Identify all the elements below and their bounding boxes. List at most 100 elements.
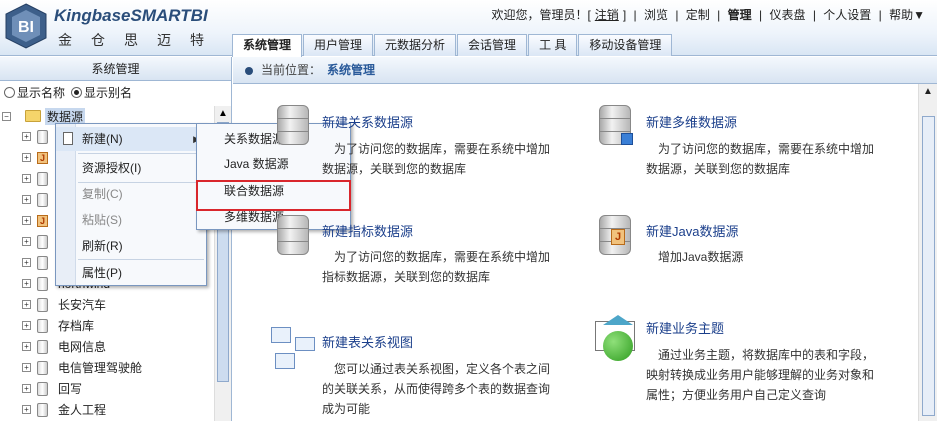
display-mode-radios: 显示名称 显示别名 — [0, 81, 231, 103]
indicator-database-icon[interactable] — [277, 215, 309, 255]
indicator-desc-line1: 为了访问您的数据库，需要在系统中增加 — [334, 250, 551, 264]
java-icon: J — [611, 229, 625, 245]
tab-mobile-device-management[interactable]: 移动设备管理 — [578, 34, 673, 56]
app-header: BI KingbaseSMARTBI 金仓思迈特 欢迎您，管理员！[注销] | … — [0, 0, 937, 57]
tab-session-management[interactable]: 会话管理 — [457, 34, 528, 56]
tab-system-management[interactable]: 系统管理 — [232, 34, 303, 57]
new-multidimensional-datasource-link[interactable]: 新建多维数据源 — [646, 112, 737, 131]
cube-icon — [621, 133, 633, 145]
expand-icon[interactable]: + — [22, 300, 31, 309]
java-desc: 增加Java数据源 — [658, 250, 744, 264]
expand-icon[interactable]: + — [22, 384, 31, 393]
welcome-text: 欢迎您，管理员！[ — [491, 8, 591, 22]
expand-icon[interactable]: + — [22, 342, 31, 351]
menu-item-refresh[interactable]: 刷新(R) — [56, 234, 206, 258]
expand-icon[interactable]: + — [22, 132, 31, 141]
database-icon — [37, 381, 48, 396]
view-desc-line1: 您可以通过表关系视图，定义各个表之间 — [334, 362, 551, 376]
database-icon — [37, 129, 48, 144]
java-icon: J — [37, 151, 48, 164]
menu-item-copy[interactable]: 复制(C) — [56, 182, 206, 206]
database-icon — [37, 318, 48, 333]
menu-item-properties[interactable]: 属性(P) — [56, 261, 206, 285]
expand-icon[interactable]: + — [22, 279, 31, 288]
tree-node[interactable]: + 存档库 — [0, 315, 214, 336]
new-table-relation-view-link[interactable]: 新建表关系视图 — [322, 332, 413, 351]
relational-database-icon[interactable] — [277, 105, 309, 145]
scroll-thumb[interactable] — [922, 116, 935, 416]
tree-node[interactable]: + 回写 — [0, 378, 214, 399]
topic-desc-line1: 通过业务主题，将数据库中的表和字段， — [658, 348, 875, 362]
radio-show-alias[interactable] — [71, 86, 83, 98]
brand-name: KingbaseSMARTBI — [54, 6, 208, 25]
view-desc-line3: 成为可能 — [322, 402, 371, 416]
tree-node[interactable]: + 金人工程 — [0, 399, 214, 420]
new-document-icon — [63, 132, 73, 145]
database-icon — [37, 192, 48, 207]
context-menu: 新建(N) ▶ 资源授权(I) 复制(C) 粘贴(S) 刷新(R) 属性(P) — [55, 123, 207, 286]
breadcrumb: 当前位置： 系统管理 — [233, 57, 937, 84]
multidimensional-desc-line1: 为了访问您的数据库，需要在系统中增加 — [658, 142, 875, 156]
logout-link[interactable]: 注销 — [595, 8, 619, 22]
collapse-icon[interactable]: − — [2, 111, 11, 121]
database-icon — [37, 255, 48, 270]
brand-chinese: 金仓思迈特 — [58, 32, 223, 48]
main-tabs: 系统管理 用户管理 元数据分析 会话管理 工 具 移动设备管理 — [232, 34, 673, 57]
bullet-icon — [245, 66, 253, 75]
kingbase-logo-icon: BI — [4, 2, 48, 50]
database-icon — [37, 360, 48, 375]
indicator-desc-line2: 指标数据源，关联到您的数据库 — [322, 270, 491, 284]
expand-icon[interactable]: + — [22, 363, 31, 372]
database-icon — [37, 297, 48, 312]
nav-personal-settings[interactable]: 个人设置 — [823, 8, 871, 22]
content-scrollbar[interactable]: ▲ — [918, 84, 937, 421]
nav-customize[interactable]: 定制 — [686, 8, 710, 22]
relational-desc-line2: 数据源，关联到您的数据库 — [322, 162, 467, 176]
tab-metadata-analysis[interactable]: 元数据分析 — [374, 34, 457, 56]
expand-icon[interactable]: + — [22, 405, 31, 414]
tree-node[interactable]: + 长安汽车 — [0, 294, 214, 315]
expand-icon[interactable]: + — [22, 174, 31, 183]
table-relation-view-icon[interactable] — [271, 327, 317, 373]
menu-item-paste[interactable]: 粘贴(S) — [56, 208, 206, 232]
java-icon: J — [37, 214, 48, 227]
expand-icon[interactable]: + — [22, 153, 31, 162]
database-icon — [37, 234, 48, 249]
database-icon — [37, 402, 48, 417]
view-desc-line2: 的关联关系，从而使得跨多个表的数据查询 — [322, 382, 551, 396]
expand-icon[interactable]: + — [22, 216, 31, 225]
nav-browse[interactable]: 浏览 — [644, 8, 668, 22]
multidimensional-db-icon — [37, 171, 48, 186]
tab-user-management[interactable]: 用户管理 — [303, 34, 374, 56]
svg-text:BI: BI — [18, 19, 34, 36]
new-business-topic-link[interactable]: 新建业务主题 — [646, 318, 724, 337]
tree-root-label: 数据源 — [45, 107, 86, 125]
nav-help[interactable]: 帮助▼ — [889, 8, 925, 22]
new-indicator-datasource-link[interactable]: 新建指标数据源 — [322, 221, 413, 240]
new-java-datasource-link[interactable]: 新建Java数据源 — [646, 221, 738, 240]
expand-icon[interactable]: + — [22, 237, 31, 246]
breadcrumb-current[interactable]: 系统管理 — [327, 63, 375, 77]
left-panel-title: 系统管理 — [0, 57, 231, 81]
nav-manage[interactable]: 管理 — [728, 8, 752, 22]
topic-desc-line3: 属性；方便业务用户自己定义查询 — [646, 388, 827, 402]
business-topic-icon[interactable] — [595, 315, 639, 361]
radio-show-name[interactable] — [4, 86, 15, 98]
tab-tools[interactable]: 工 具 — [528, 34, 578, 56]
relational-desc-line1: 为了访问您的数据库，需要在系统中增加 — [334, 142, 551, 156]
folder-icon — [25, 110, 41, 122]
top-navigation: 欢迎您，管理员！[注销] | 浏览 | 定制 | 管理 | 仪表盘 | 个人设置… — [491, 8, 925, 22]
multidimensional-desc-line2: 数据源，关联到您的数据库 — [646, 162, 791, 176]
scroll-up-icon[interactable]: ▲ — [923, 86, 933, 97]
nav-dashboard[interactable]: 仪表盘 — [769, 8, 805, 22]
database-icon — [37, 339, 48, 354]
expand-icon[interactable]: + — [22, 258, 31, 267]
tree-node[interactable]: + 电网信息 — [0, 336, 214, 357]
expand-icon[interactable]: + — [22, 195, 31, 204]
new-relational-datasource-link[interactable]: 新建关系数据源 — [322, 112, 413, 131]
expand-icon[interactable]: + — [22, 321, 31, 330]
scroll-up-icon[interactable]: ▲ — [218, 108, 228, 119]
menu-item-resource-authorization[interactable]: 资源授权(I) — [56, 156, 206, 180]
menu-item-new[interactable]: 新建(N) ▶ — [56, 127, 206, 151]
tree-node[interactable]: + 电信管理驾驶舱 — [0, 357, 214, 378]
